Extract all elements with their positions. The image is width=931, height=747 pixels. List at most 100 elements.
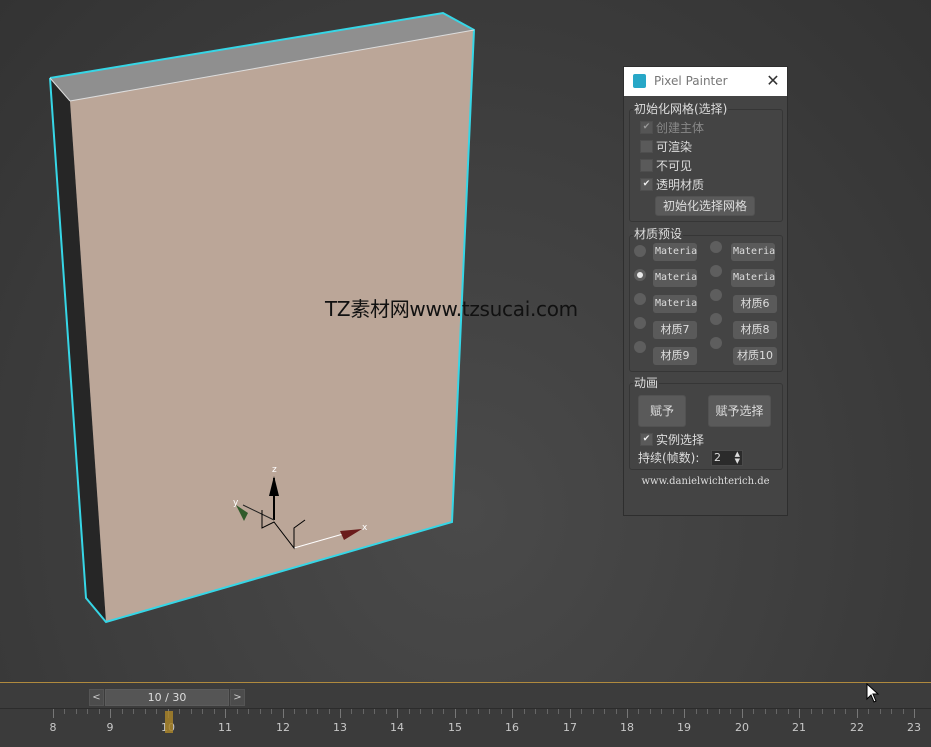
material-radio-9[interactable] (634, 341, 646, 353)
minor-tick (122, 709, 123, 714)
minor-tick (64, 709, 65, 714)
minor-tick (822, 709, 823, 714)
frame-slider[interactable]: 10 / 30 (105, 689, 229, 706)
major-tick (110, 709, 111, 718)
minor-tick (202, 709, 203, 714)
minor-tick (880, 709, 881, 714)
frame-tick-label: 23 (907, 721, 921, 734)
minor-tick (547, 709, 548, 714)
material-button-2[interactable]: Materia (731, 243, 775, 261)
checkbox-label: 可渲染 (656, 140, 693, 154)
duration-value: 2 (714, 451, 721, 464)
material-button-1[interactable]: Materia (653, 243, 697, 261)
minor-tick (191, 709, 192, 714)
material-button-8[interactable]: 材质8 (733, 321, 777, 339)
minor-tick (753, 709, 754, 714)
frame-tick-label: 12 (276, 721, 290, 734)
material-button-10[interactable]: 材质10 (733, 347, 777, 365)
minor-tick (248, 709, 249, 714)
next-frame-button[interactable]: > (230, 689, 245, 706)
material-radio-4[interactable] (710, 265, 722, 277)
material-group-label: 材质预设 (633, 225, 684, 242)
minor-tick (501, 709, 502, 714)
mouse-cursor-icon (866, 683, 880, 703)
assign-button[interactable]: 赋予 (638, 395, 686, 427)
major-tick (627, 709, 628, 718)
prev-frame-button[interactable]: < (89, 689, 104, 706)
minor-tick (409, 709, 410, 714)
material-radio-1[interactable] (634, 245, 646, 257)
check-icon: ✔ (640, 121, 653, 134)
major-tick (742, 709, 743, 718)
checkbox-box (640, 140, 653, 153)
minor-tick (638, 709, 639, 714)
minor-tick (811, 709, 812, 714)
major-tick (283, 709, 284, 718)
check-icon: ✔ (640, 433, 653, 446)
minor-tick (616, 709, 617, 714)
minor-tick (420, 709, 421, 714)
material-radio-7[interactable] (634, 317, 646, 329)
duration-spinner[interactable]: 2 ▲ ▼ (711, 450, 743, 466)
material-button-7[interactable]: 材质7 (653, 321, 697, 339)
minor-tick (868, 709, 869, 714)
material-radio-8[interactable] (710, 313, 722, 325)
major-tick (684, 709, 685, 718)
3d-viewport[interactable]: z y x TZ素材网www.tzsucai.com (0, 0, 931, 682)
checkbox-box (640, 159, 653, 172)
minor-tick (363, 709, 364, 714)
frame-tick-label: 14 (390, 721, 404, 734)
frame-tick-label: 13 (333, 721, 347, 734)
minor-tick (145, 709, 146, 714)
minor-tick (237, 709, 238, 714)
minor-tick (76, 709, 77, 714)
minor-tick (99, 709, 100, 714)
panel-titlebar[interactable]: Pixel Painter ✕ (624, 67, 787, 96)
major-tick (570, 709, 571, 718)
material-button-6[interactable]: 材质6 (733, 295, 777, 313)
minor-tick (478, 709, 479, 714)
minor-tick (294, 709, 295, 714)
frame-tick-label: 17 (563, 721, 577, 734)
minor-tick (903, 709, 904, 714)
minor-tick (443, 709, 444, 714)
minor-tick (351, 709, 352, 714)
material-radio-10[interactable] (710, 337, 722, 349)
major-tick (512, 709, 513, 718)
major-tick (53, 709, 54, 718)
material-button-3[interactable]: Materia (653, 269, 697, 287)
init-selected-mesh-button[interactable]: 初始化选择网格 (655, 196, 755, 216)
material-radio-2[interactable] (710, 241, 722, 253)
major-tick (455, 709, 456, 718)
material-radio-3[interactable] (634, 269, 646, 281)
major-tick (799, 709, 800, 718)
frame-tick-label: 18 (620, 721, 634, 734)
material-radio-5[interactable] (634, 293, 646, 305)
minor-tick (776, 709, 777, 714)
major-tick (914, 709, 915, 718)
material-button-4[interactable]: Materia (731, 269, 775, 287)
frame-tick-label: 20 (735, 721, 749, 734)
close-icon[interactable]: ✕ (764, 72, 782, 90)
svg-text:y: y (233, 498, 239, 508)
current-frame-marker[interactable] (165, 711, 173, 733)
minor-tick (260, 709, 261, 714)
minor-tick (696, 709, 697, 714)
spinner-arrows-icon[interactable]: ▲ ▼ (735, 451, 740, 465)
panel-title: Pixel Painter (654, 74, 728, 88)
time-slider-bar: < 10 / 30 > (0, 682, 931, 709)
major-tick (857, 709, 858, 718)
material-radio-6[interactable] (710, 289, 722, 301)
minor-tick (558, 709, 559, 714)
minor-tick (489, 709, 490, 714)
assign-selection-button[interactable]: 赋予选择 (708, 395, 771, 427)
svg-text:z: z (272, 465, 277, 475)
author-url[interactable]: www.danielwichterich.de (624, 476, 787, 487)
material-button-5[interactable]: Materia (653, 295, 697, 313)
minor-tick (581, 709, 582, 714)
minor-tick (386, 709, 387, 714)
material-button-9[interactable]: 材质9 (653, 347, 697, 365)
scene-svg: z y x (49, 11, 476, 624)
timeline-ruler[interactable]: 891011121314151617181920212223 (0, 708, 931, 747)
minor-tick (604, 709, 605, 714)
